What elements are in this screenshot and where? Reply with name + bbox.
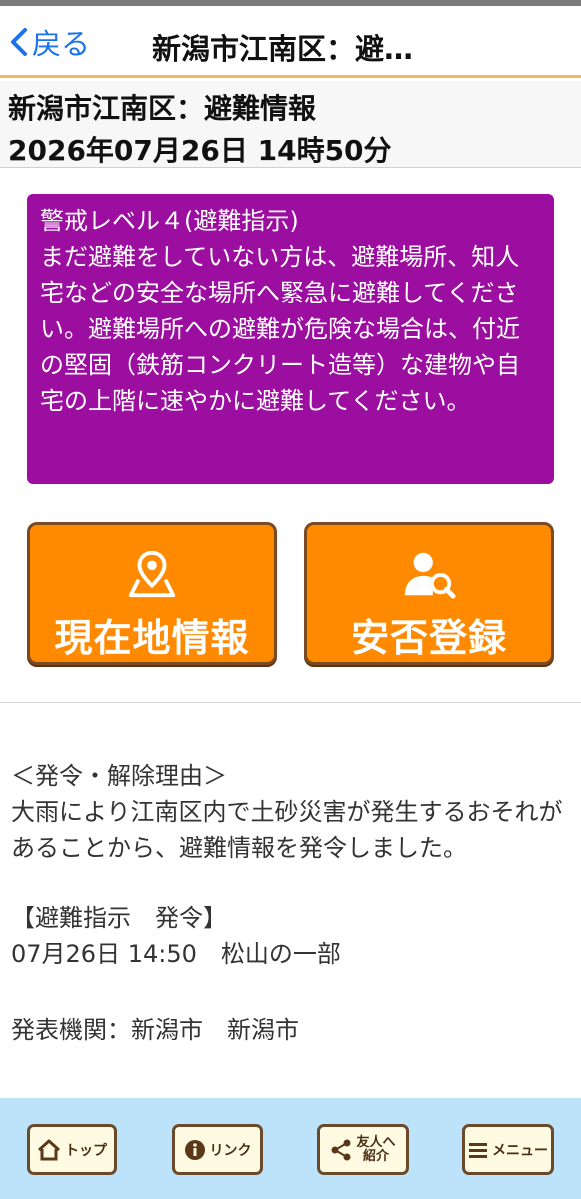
reason-heading: ＜発令・解除理由＞ [11, 762, 227, 790]
menu-button[interactable]: メニュー [462, 1124, 554, 1175]
footer-nav: トップ リンク 友人へ 紹介 メニュー [0, 1098, 581, 1199]
top-label: トップ [65, 1142, 107, 1159]
top-button[interactable]: トップ [27, 1124, 117, 1175]
share-label: 友人へ 紹介 [356, 1134, 396, 1164]
location-info-button[interactable]: 現在地情報 [27, 522, 277, 665]
reason-section: ＜発令・解除理由＞ 大雨により江南区内で土砂災害が発生するおそれがあることから、… [11, 758, 571, 866]
alert-level: 警戒レベル４(避難指示) [40, 207, 299, 235]
map-pin-icon [128, 550, 176, 598]
link-label: リンク [209, 1142, 252, 1159]
share-label-line1: 友人へ [356, 1134, 396, 1150]
location-info-label: 現在地情報 [54, 616, 250, 660]
safety-register-label: 安否登録 [350, 616, 507, 660]
reason-text: 大雨により江南区内で土砂災害が発生するおそれがあることから、避難情報を発令しまし… [11, 798, 563, 862]
app-header: 戻る 新潟市江南区：避… [0, 6, 581, 78]
share-icon [331, 1139, 351, 1160]
menu-label: メニュー [492, 1142, 548, 1159]
info-banner: 新潟市江南区：避難情報 2026年07月26日 14時50分 [0, 81, 581, 168]
back-button[interactable]: 戻る [8, 22, 90, 62]
home-icon [37, 1139, 61, 1160]
issuer-section: 発表機関：新潟市 新潟市 [11, 1012, 571, 1048]
issue-datetime: 2026年07月26日 14時50分 [8, 134, 392, 167]
hamburger-icon [469, 1142, 487, 1158]
chevron-left-icon [11, 28, 27, 56]
share-button[interactable]: 友人へ 紹介 [317, 1124, 409, 1175]
alert-box: 警戒レベル４(避難指示) まだ避難をしていない方は、避難場所、知人宅などの安全な… [27, 194, 554, 484]
order-heading: 【避難指示 発令】 [11, 904, 227, 932]
safety-register-button[interactable]: 安否登録 [304, 522, 554, 665]
divider [0, 702, 581, 703]
page-title: 新潟市江南区：避難情報 [8, 92, 317, 125]
back-label: 戻る [32, 27, 91, 61]
header-title: 新潟市江南区：避… [152, 32, 414, 66]
link-button[interactable]: リンク [172, 1124, 263, 1175]
order-detail: 07月26日 14:50 松山の一部 [11, 940, 341, 968]
share-label-line2: 紹介 [362, 1148, 389, 1164]
user-search-icon [404, 552, 456, 599]
info-icon [184, 1139, 205, 1160]
order-section: 【避難指示 発令】 07月26日 14:50 松山の一部 [11, 900, 571, 972]
alert-message: まだ避難をしていない方は、避難場所、知人宅などの安全な場所へ緊急に避難してくださ… [40, 243, 520, 415]
issuer-text: 発表機関：新潟市 新潟市 [11, 1016, 299, 1044]
